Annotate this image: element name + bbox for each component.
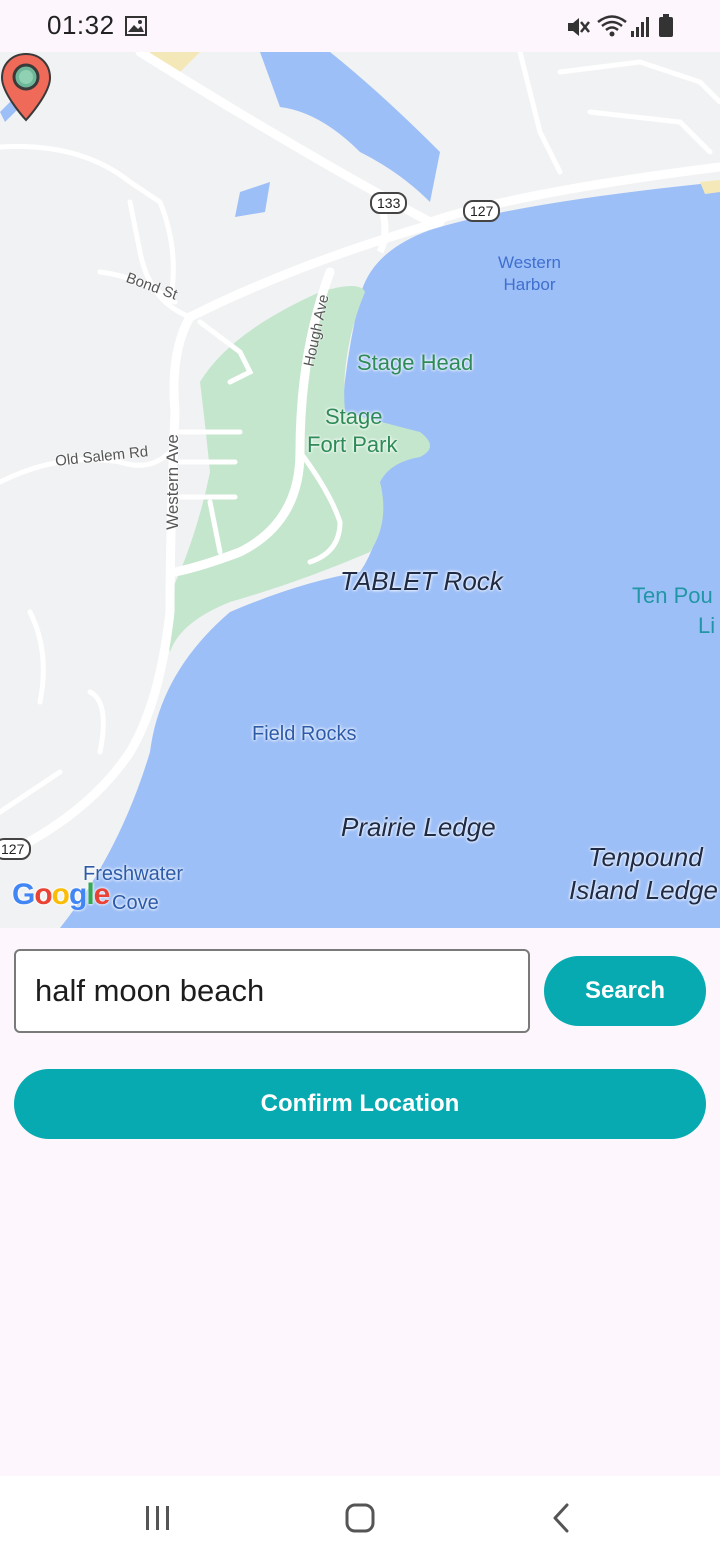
route-shield-133: 133 — [370, 192, 408, 214]
label-stage-fort-park-1: Stage — [325, 404, 383, 429]
location-pin-icon[interactable] — [0, 52, 52, 122]
label-prairie-ledge: Prairie Ledge — [341, 812, 496, 842]
recent-apps-icon[interactable] — [138, 1498, 178, 1538]
label-tenpound-ledge-1: Tenpound — [588, 842, 703, 872]
signal-icon — [631, 17, 649, 37]
status-time: 01:32 — [47, 10, 115, 40]
label-western-harbor-text: Western Harbor — [498, 253, 561, 294]
google-logo-letter: e — [93, 878, 111, 911]
mute-icon — [568, 18, 590, 36]
map-view[interactable]: Western Harbor Stage Head Stage Fort Par… — [0, 52, 720, 928]
route-shield-127: 127 — [463, 200, 501, 222]
label-freshwater-cove-2: Cove — [112, 892, 159, 914]
back-icon[interactable] — [542, 1498, 582, 1538]
route-shield-127-left: 127 — [0, 838, 32, 860]
google-logo-letter: g — [69, 878, 87, 911]
label-tenpound-ledge-2: Island Ledge — [569, 875, 718, 905]
label-western-harbor: Western Harbor — [498, 252, 561, 296]
google-logo-letter: o — [51, 878, 70, 911]
label-western-ave: Western Ave — [162, 434, 182, 530]
search-input[interactable] — [14, 949, 530, 1033]
google-logo-letter: l — [86, 878, 94, 911]
google-logo-letter: o — [34, 878, 52, 911]
label-stage-fort-park-2: Fort Park — [307, 432, 398, 457]
map-canvas — [0, 52, 720, 928]
label-field-rocks: Field Rocks — [252, 723, 357, 745]
label-ten-pound-1: Ten Pou — [632, 583, 713, 608]
label-stage-head: Stage Head — [357, 350, 474, 375]
battery-icon — [659, 14, 673, 37]
label-ten-pound-2: Li — [698, 613, 716, 638]
google-logo-letter: G — [12, 878, 35, 911]
label-tablet-rock: TABLET Rock — [340, 566, 503, 596]
search-button[interactable]: Search — [544, 956, 706, 1026]
gallery-icon — [125, 16, 147, 36]
home-icon[interactable] — [340, 1498, 380, 1538]
google-logo: Google — [12, 878, 111, 912]
confirm-location-button[interactable]: Confirm Location — [14, 1069, 706, 1139]
navigation-bar — [0, 1476, 720, 1560]
status-bar: 01:32 — [0, 0, 720, 52]
wifi-icon — [597, 15, 627, 37]
